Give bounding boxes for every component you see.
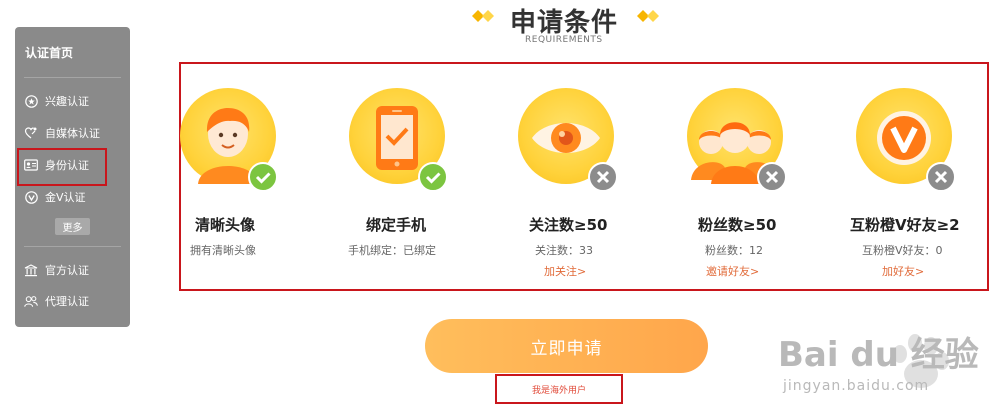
- close-icon: [588, 162, 618, 192]
- requirement-title: 绑定手机: [366, 216, 427, 234]
- page-title: 申请条件: [510, 8, 619, 38]
- requirement-desc: 粉丝数：12: [705, 244, 763, 257]
- sidebar-item-label: 兴趣认证: [45, 95, 89, 108]
- requirement-desc: 拥有清晰头像: [190, 244, 256, 257]
- v-check-icon: [24, 190, 38, 204]
- follow-link[interactable]: 加关注>: [544, 263, 586, 279]
- star-circle-icon: [24, 94, 38, 108]
- check-icon: [248, 162, 278, 192]
- watermark-url: jingyan.baidu.com: [783, 378, 930, 394]
- invite-friends-link[interactable]: 邀请好友>: [706, 263, 759, 279]
- requirement-title: 清晰头像: [195, 216, 256, 234]
- close-icon: [757, 162, 787, 192]
- sidebar-item-agent[interactable]: 代理认证: [24, 290, 116, 312]
- diamond-deco-icon: [472, 10, 494, 22]
- requirement-desc: 互粉橙V好友：0: [862, 244, 943, 257]
- media-icon: [24, 126, 38, 140]
- sidebar-item-media[interactable]: 自媒体认证: [24, 122, 116, 144]
- requirement-title: 互粉橙V好友≥2: [850, 216, 960, 234]
- more-button[interactable]: 更多: [55, 218, 90, 235]
- diamond-deco-icon: [637, 10, 659, 22]
- requirement-title: 关注数≥50: [529, 216, 608, 234]
- building-icon: [24, 263, 38, 277]
- check-icon: [418, 162, 448, 192]
- identity-highlight-frame: [17, 148, 107, 186]
- sidebar-item-label: 代理认证: [45, 295, 89, 308]
- overseas-user-link[interactable]: 我是海外用户: [495, 374, 623, 404]
- sidebar-item-official[interactable]: 官方认证: [24, 259, 116, 281]
- sidebar-item-label: 官方认证: [45, 264, 89, 277]
- requirement-desc: 手机绑定：已绑定: [348, 244, 436, 257]
- sidebar-item-interest[interactable]: 兴趣认证: [24, 90, 116, 112]
- requirement-desc: 关注数：33: [535, 244, 593, 257]
- requirement-title: 粉丝数≥50: [698, 216, 777, 234]
- add-friend-link[interactable]: 加好友>: [882, 263, 924, 279]
- sidebar-item-label: 金V认证: [45, 191, 86, 204]
- sidebar-divider: [24, 246, 121, 247]
- sidebar-title[interactable]: 认证首页: [25, 44, 73, 61]
- close-icon: [926, 162, 956, 192]
- watermark-brand: Bai du 经验: [778, 335, 979, 375]
- sidebar-item-gold-v[interactable]: 金V认证: [24, 186, 116, 208]
- apply-button[interactable]: 立即申请: [425, 319, 708, 373]
- sidebar-divider: [24, 77, 121, 78]
- agent-icon: [24, 294, 38, 308]
- page-subtitle: REQUIREMENTS: [525, 35, 603, 45]
- sidebar-item-label: 自媒体认证: [45, 127, 100, 140]
